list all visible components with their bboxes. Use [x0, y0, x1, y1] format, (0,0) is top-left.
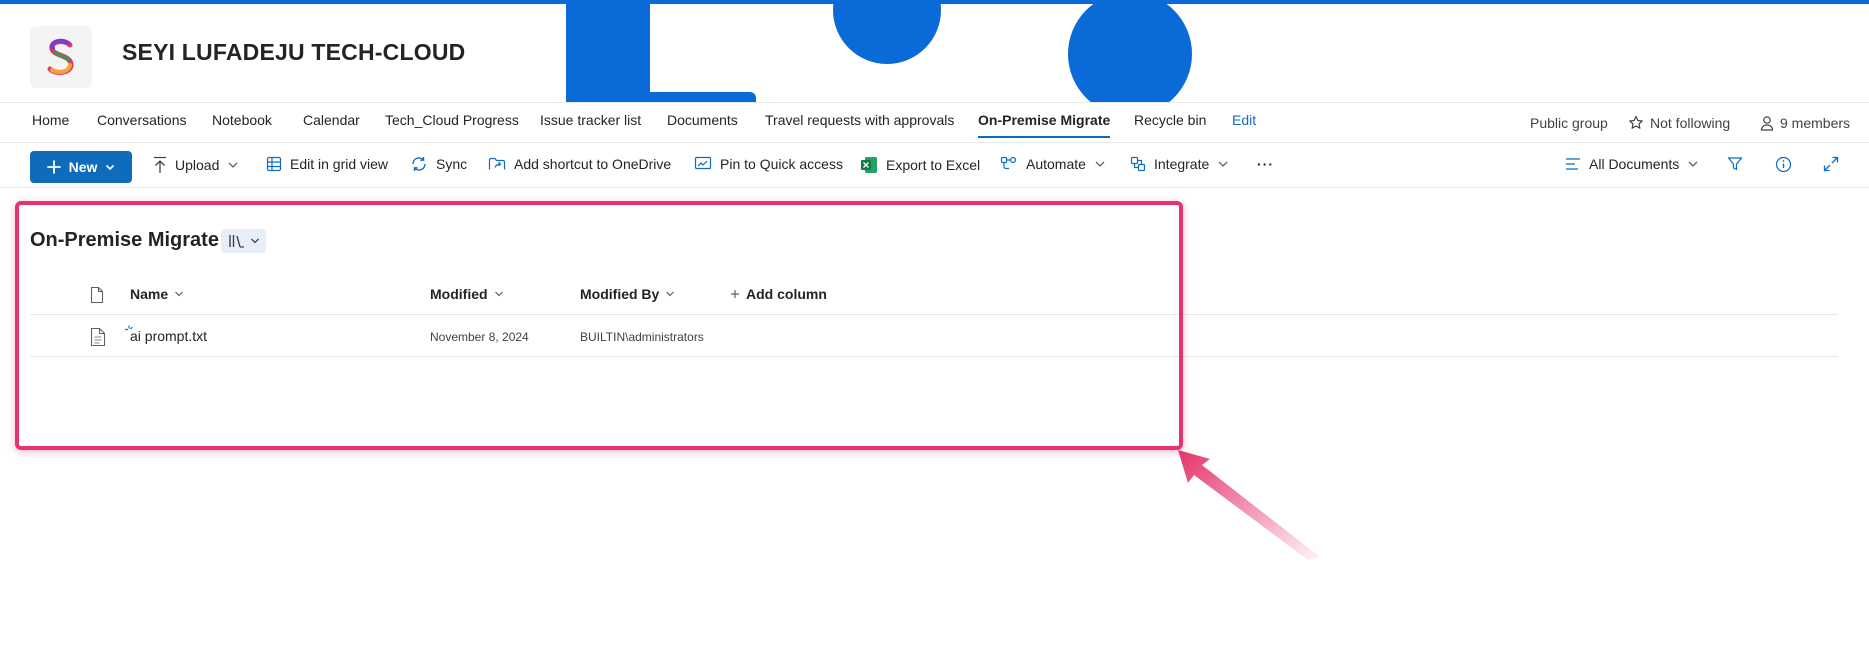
star-icon — [1629, 115, 1643, 129]
nav-edit-link[interactable]: Edit — [1232, 112, 1256, 128]
nav-item-issue-tracker[interactable]: Issue tracker list — [540, 112, 641, 128]
highlight-annotation-box — [15, 201, 1183, 450]
pin-icon — [694, 156, 712, 170]
automate-label: Automate — [1026, 156, 1086, 172]
chevron-down-icon — [1688, 161, 1698, 167]
follow-label: Not following — [1650, 115, 1731, 131]
chevron-down-icon — [106, 164, 115, 171]
automate-icon — [1000, 156, 1017, 170]
sync-icon — [412, 157, 426, 171]
integrate-icon — [1130, 156, 1146, 172]
chevron-down-icon — [1218, 161, 1228, 167]
edit-grid-view-label: Edit in grid view — [290, 156, 389, 172]
chevron-down-icon — [228, 162, 238, 168]
group-privacy-label: Public group — [1530, 115, 1608, 131]
integrate-label: Integrate — [1154, 156, 1210, 172]
chevron-down-icon — [1095, 161, 1105, 167]
sync-label: Sync — [436, 156, 468, 172]
view-selector[interactable]: All Documents — [1565, 156, 1699, 172]
integrate-button[interactable]: Integrate — [1130, 156, 1229, 172]
sync-button[interactable]: Sync — [410, 156, 467, 172]
excel-icon — [861, 157, 877, 173]
upload-label: Upload — [175, 157, 220, 173]
nav-item-recycle-bin[interactable]: Recycle bin — [1134, 112, 1206, 128]
nav-item-travel-requests[interactable]: Travel requests with approvals — [765, 112, 954, 128]
upload-button[interactable]: Upload — [153, 156, 239, 174]
export-excel-label: Export to Excel — [886, 157, 981, 173]
person-icon — [1760, 116, 1774, 131]
follow-button[interactable]: Not following — [1628, 115, 1730, 131]
site-logo[interactable] — [30, 26, 92, 88]
nav-item-home[interactable]: Home — [32, 112, 69, 128]
site-title[interactable]: SEYI LUFADEJU TECH-CLOUD — [122, 39, 465, 66]
new-button[interactable]: New — [30, 151, 132, 183]
site-logo-icon — [47, 38, 74, 75]
pin-quick-access-button[interactable]: Pin to Quick access — [694, 156, 843, 172]
members-label: 9 members — [1780, 115, 1851, 131]
site-navigation: Home Conversations Notebook Calendar Tec… — [0, 102, 1869, 142]
site-header: SEYI LUFADEJU TECH-CLOUD — [0, 4, 1869, 102]
nav-item-tech-cloud-progress[interactable]: Tech_Cloud Progress — [385, 112, 519, 128]
grid-icon — [266, 156, 282, 172]
nav-item-notebook[interactable]: Notebook — [212, 112, 272, 128]
expand-button[interactable] — [1823, 156, 1839, 172]
expand-icon — [1823, 156, 1839, 172]
info-button[interactable] — [1775, 156, 1792, 173]
plus-icon — [46, 160, 61, 174]
pin-quick-access-label: Pin to Quick access — [720, 156, 843, 172]
nav-item-on-premise-migrate[interactable]: On-Premise Migrate — [978, 112, 1111, 138]
automate-button[interactable]: Automate — [1000, 156, 1106, 172]
filter-button[interactable] — [1727, 156, 1743, 172]
add-shortcut-label: Add shortcut to OneDrive — [514, 156, 672, 172]
filter-icon — [1727, 157, 1743, 171]
members-button[interactable]: 9 members — [1760, 115, 1850, 131]
add-shortcut-button[interactable]: Add shortcut to OneDrive — [488, 156, 671, 172]
nav-item-calendar[interactable]: Calendar — [303, 112, 360, 128]
nav-item-documents[interactable]: Documents — [667, 112, 738, 128]
more-options-button[interactable]: ··· — [1257, 156, 1274, 172]
new-button-label: New — [68, 159, 98, 175]
command-bar: New Upload Edit in grid view Sync Add sh… — [0, 142, 1869, 188]
upload-icon — [154, 156, 166, 173]
shortcut-icon — [488, 157, 506, 170]
export-excel-button[interactable]: Export to Excel — [860, 156, 980, 174]
view-lines-icon — [1566, 158, 1580, 170]
info-icon — [1775, 156, 1792, 173]
annotation-arrow — [1178, 450, 1320, 560]
view-selector-label: All Documents — [1589, 156, 1680, 172]
nav-item-conversations[interactable]: Conversations — [97, 112, 187, 128]
edit-grid-view-button[interactable]: Edit in grid view — [266, 156, 388, 172]
